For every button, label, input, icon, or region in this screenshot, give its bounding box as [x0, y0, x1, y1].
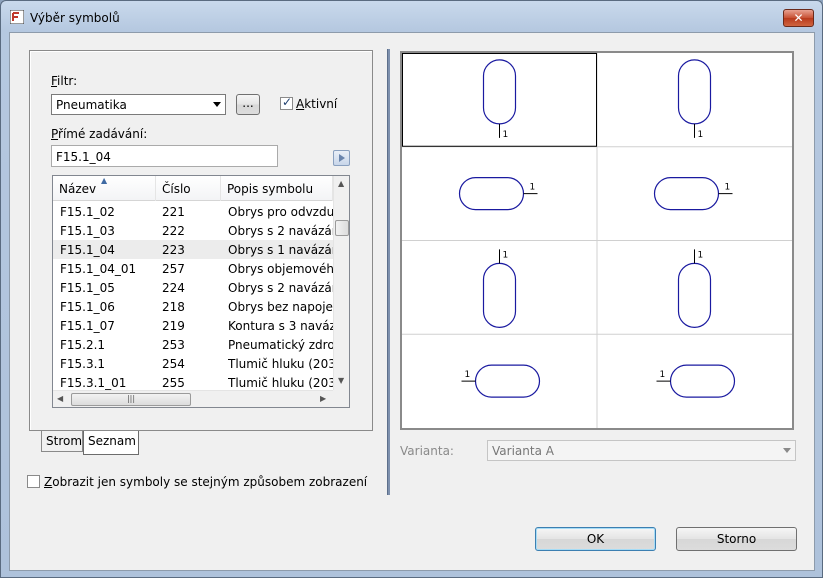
- dialog-client: Filtr: Pneumatika ... Aktivní Přímé zadá…: [9, 32, 815, 571]
- variant-label: Varianta:: [400, 444, 454, 458]
- scroll-up-icon[interactable]: ▲: [338, 179, 344, 188]
- cell-number: 222: [162, 224, 185, 238]
- panel-splitter[interactable]: [387, 49, 390, 495]
- cell-name: F15.1_07: [60, 319, 115, 333]
- table-row[interactable]: F15.1_03 222 Obrys s 2 navázání: [53, 221, 333, 240]
- filter-browse-button[interactable]: ...: [236, 94, 260, 115]
- table-row[interactable]: F15.1_07 219 Kontura s 3 navázán: [53, 316, 333, 335]
- table-row[interactable]: F15.3.1 254 Tlumič hluku (2033": [53, 354, 333, 373]
- symbol-shape: [482, 59, 517, 125]
- scroll-corner: [333, 390, 349, 407]
- cell-name: F15.3.1: [60, 357, 106, 371]
- table-row[interactable]: F15.1_04_01 257 Obrys objemového: [53, 259, 333, 278]
- cell-number: 223: [162, 243, 185, 257]
- filter-value: Pneumatika: [56, 98, 127, 112]
- cell-number: 224: [162, 281, 185, 295]
- direct-input-label: Přímé zadávání:: [51, 127, 148, 141]
- cancel-button[interactable]: Storno: [676, 527, 797, 551]
- cell-name: F15.1_05: [60, 281, 115, 295]
- vertical-scrollbar[interactable]: ▲ ▼: [333, 176, 349, 390]
- pin-label: 1: [465, 370, 471, 380]
- window-title: Výběr symbolů: [30, 11, 120, 25]
- pin-label: 1: [503, 130, 509, 140]
- cell-name: F15.1_06: [60, 300, 115, 314]
- symbol-list[interactable]: Název ▲ Číslo Popis symbolu F15.1_02 221 O…: [52, 175, 350, 408]
- active-label: Aktivní: [296, 97, 338, 111]
- cell-description: Obrys s 2 navázání: [228, 281, 333, 295]
- symbol-shape: [458, 177, 525, 211]
- filter-combo[interactable]: Pneumatika: [51, 94, 226, 115]
- preview-canvas: 1 1 1 1 1 1 1 1: [402, 53, 792, 428]
- horizontal-scrollbar[interactable]: ◀ ||| ▶: [53, 390, 333, 407]
- cell-name: F15.1_04: [60, 243, 115, 257]
- same-display-checkbox[interactable]: [27, 475, 40, 488]
- symbol-preview-grid[interactable]: 1 1 1 1 1 1 1 1: [400, 51, 794, 430]
- tab-strom[interactable]: Strom: [41, 431, 83, 452]
- symbol-shape: [677, 59, 712, 125]
- list-rows: F15.1_02 221 Obrys pro odvzduš F15.1_03 222 O…: [53, 202, 333, 392]
- horizontal-scroll-thumb[interactable]: |||: [71, 393, 191, 406]
- ok-button[interactable]: OK: [535, 527, 656, 551]
- cell-number: 218: [162, 300, 185, 314]
- active-checkbox[interactable]: [280, 95, 293, 110]
- pin-label: 1: [725, 183, 731, 193]
- table-row[interactable]: F15.1_04 223 Obrys s 1 navázání: [53, 240, 333, 259]
- title-bar[interactable]: Výběr symbolů ✕: [1, 1, 822, 31]
- cell-name: F15.1_02: [60, 205, 115, 219]
- scroll-right-icon[interactable]: ▶: [320, 394, 326, 403]
- cell-name: F15.3.1_01: [60, 376, 127, 390]
- cell-name: F15.1_04_01: [60, 262, 137, 276]
- symbol-shape: [669, 364, 736, 398]
- play-icon[interactable]: [333, 150, 350, 166]
- cell-name: F15.2.1: [60, 338, 106, 352]
- cell-description: Kontura s 3 navázán: [228, 319, 333, 333]
- pin-label: 1: [503, 250, 509, 260]
- variant-combo: Varianta A: [487, 440, 796, 461]
- tab-seznam[interactable]: Seznam: [83, 431, 139, 455]
- dialog-window: Výběr symbolů ✕ Filtr: Pneumatika ... Ak…: [0, 0, 823, 578]
- symbol-shape: [677, 262, 712, 328]
- symbol-shape: [474, 364, 541, 398]
- table-row[interactable]: F15.2.1 253 Pneumatický zdroj c: [53, 335, 333, 354]
- symbol-shape: [482, 262, 517, 328]
- cell-description: Tlumič hluku (2033": [228, 376, 333, 390]
- cell-number: 257: [162, 262, 185, 276]
- column-header-description[interactable]: Popis symbolu: [221, 176, 333, 201]
- close-button[interactable]: ✕: [783, 9, 814, 27]
- chevron-down-icon: [213, 102, 221, 107]
- cell-description: Obrys objemového: [228, 262, 333, 276]
- pin-label: 1: [698, 130, 704, 140]
- cell-description: Obrys bez napojení: [228, 300, 333, 314]
- cell-description: Obrys pro odvzduš: [228, 205, 333, 219]
- vertical-scroll-thumb[interactable]: [335, 220, 349, 236]
- cell-number: 221: [162, 205, 185, 219]
- sort-ascending-icon: ▲: [101, 176, 108, 185]
- column-header-number[interactable]: Číslo: [156, 176, 221, 201]
- cell-number: 254: [162, 357, 185, 371]
- app-icon: [10, 10, 24, 24]
- cell-description: Tlumič hluku (2033": [228, 357, 333, 371]
- cell-name: F15.1_03: [60, 224, 115, 238]
- pin-label: 1: [660, 370, 666, 380]
- table-row[interactable]: F15.1_05 224 Obrys s 2 navázání: [53, 278, 333, 297]
- list-header: Název ▲ Číslo Popis symbolu: [53, 176, 333, 201]
- chevron-down-icon: [783, 448, 791, 453]
- pin-label: 1: [530, 183, 536, 193]
- same-display-label: Zobrazit jen symboly se stejným způsobem…: [44, 475, 368, 489]
- cell-description: Obrys s 2 navázání: [228, 224, 333, 238]
- filter-label: Filtr:: [51, 74, 78, 88]
- cell-number: 219: [162, 319, 185, 333]
- table-row[interactable]: F15.1_02 221 Obrys pro odvzduš: [53, 202, 333, 221]
- cell-description: Pneumatický zdroj c: [228, 338, 333, 352]
- cell-number: 253: [162, 338, 185, 352]
- scroll-left-icon[interactable]: ◀: [57, 394, 63, 403]
- direct-input-field[interactable]: F15.1_04: [51, 145, 278, 167]
- scroll-down-icon[interactable]: ▼: [338, 376, 344, 385]
- cell-description: Obrys s 1 navázání: [228, 243, 333, 257]
- symbol-shape: [653, 177, 720, 211]
- pin-label: 1: [698, 250, 704, 260]
- cell-number: 255: [162, 376, 185, 390]
- table-row[interactable]: F15.1_06 218 Obrys bez napojení: [53, 297, 333, 316]
